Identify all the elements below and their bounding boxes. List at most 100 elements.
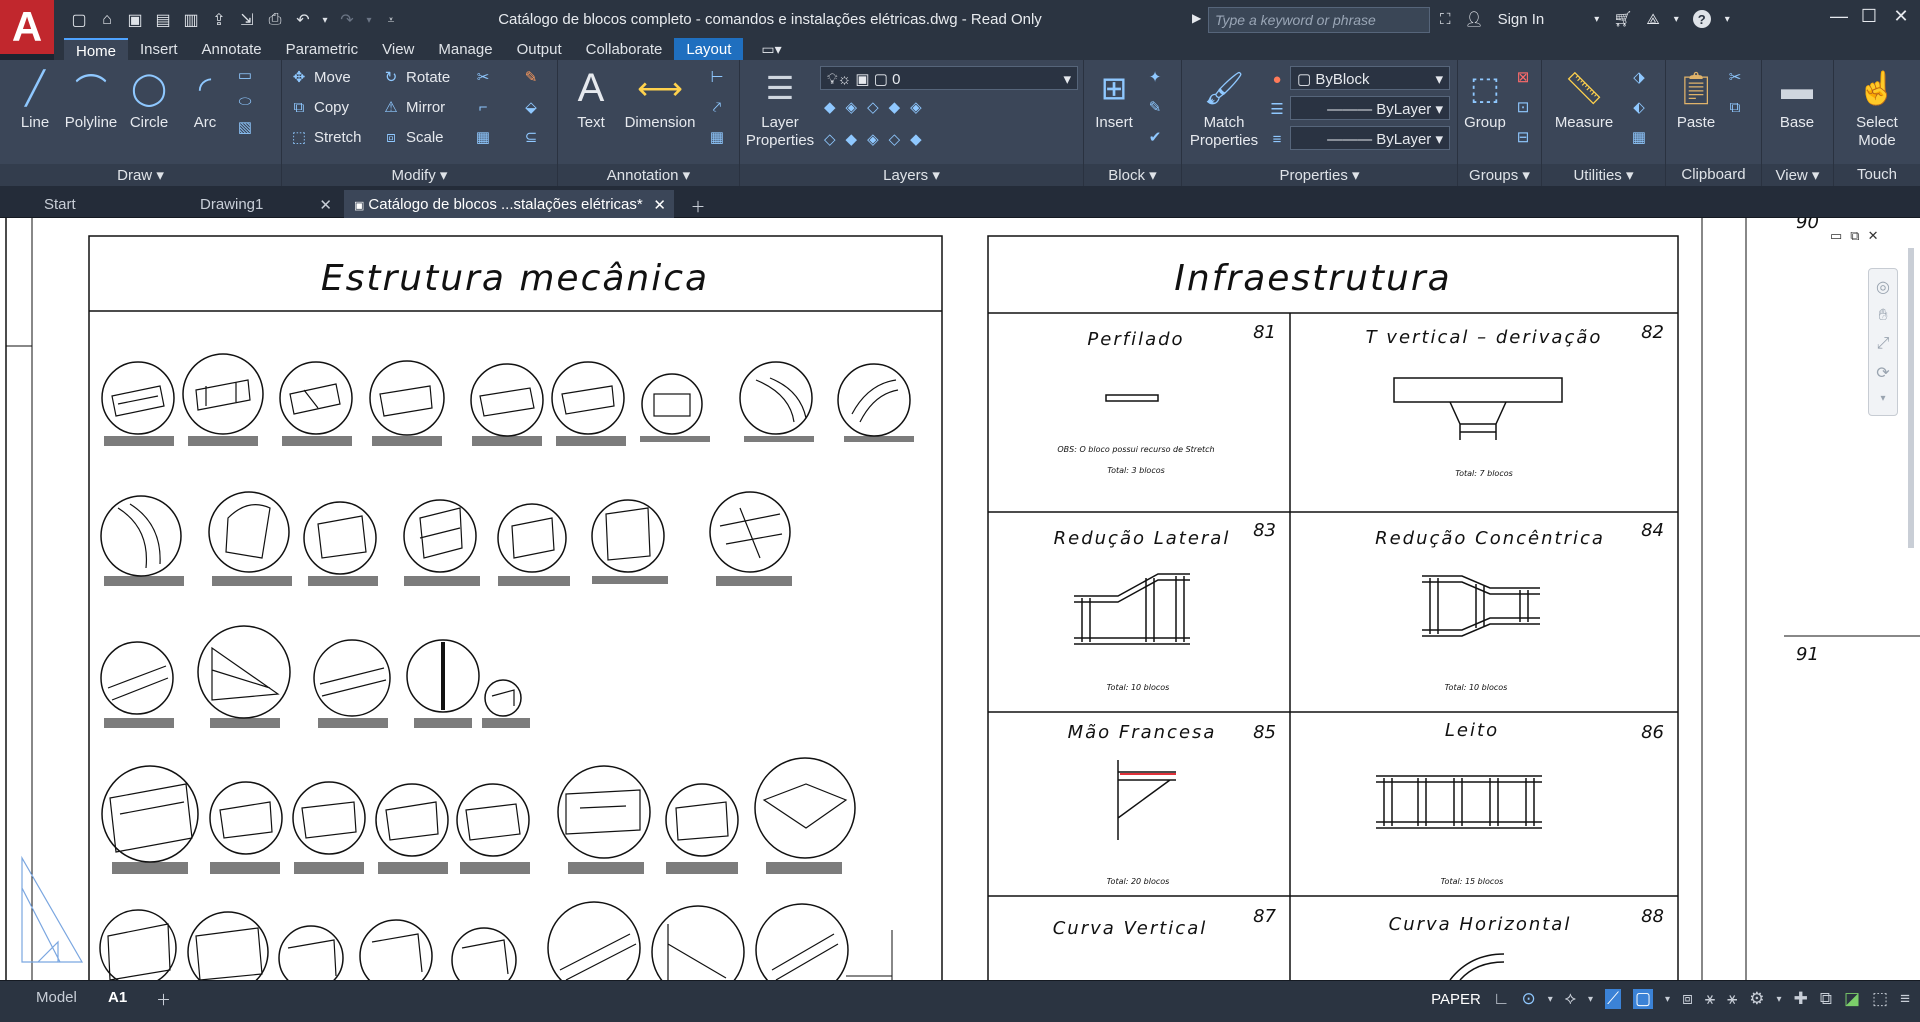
- doc-tab-drawing1[interactable]: Drawing1✕: [190, 190, 340, 218]
- tab-layout[interactable]: Layout: [674, 38, 743, 60]
- customize-qat-icon[interactable]: ⩡: [380, 9, 402, 31]
- workspace-dropdown-icon[interactable]: ▾: [1777, 994, 1782, 1005]
- help-dropdown-icon[interactable]: ▾: [1725, 14, 1730, 25]
- sign-in-link[interactable]: Sign In: [1498, 11, 1545, 28]
- offset-icon[interactable]: ⊆: [522, 128, 540, 146]
- layer-tools-row2[interactable]: ◇◆◈◇◆: [824, 130, 932, 148]
- steering-wheel-icon[interactable]: ◎: [1876, 277, 1890, 297]
- viewport-restore-icon[interactable]: ⧉: [1850, 228, 1859, 244]
- insert-tool[interactable]: ⊞Insert: [1088, 64, 1140, 131]
- undo-dropdown-icon[interactable]: ▾: [320, 9, 330, 31]
- group-edit-icon[interactable]: ⊡: [1514, 98, 1532, 116]
- binoculars-icon[interactable]: ⛶: [1440, 11, 1451, 28]
- group-select-icon[interactable]: ⊟: [1514, 128, 1532, 146]
- copy-clip-icon[interactable]: ⧉: [1726, 98, 1744, 116]
- close-tab-icon[interactable]: ✕: [319, 196, 332, 214]
- add-layout-button[interactable]: ＋: [146, 985, 181, 1014]
- annotation-autoscale-icon[interactable]: ⚹: [1727, 989, 1737, 1009]
- line-tool[interactable]: ╱Line: [10, 64, 60, 131]
- ungroup-icon[interactable]: ⊠: [1514, 68, 1532, 86]
- multileader-icon[interactable]: ⤤: [708, 98, 726, 116]
- viewport-scale-icon[interactable]: ⧈: [1682, 989, 1693, 1009]
- orbit-icon[interactable]: ⟳: [1876, 363, 1889, 383]
- save-icon[interactable]: ▣: [124, 9, 146, 31]
- doc-tab-start[interactable]: Start: [34, 190, 184, 218]
- a360-icon[interactable]: ⟁: [1646, 11, 1659, 28]
- layout-tab-a1[interactable]: A1: [98, 985, 137, 1010]
- selection-cycling-icon[interactable]: ▢: [1633, 989, 1653, 1009]
- array-icon[interactable]: ▦: [474, 128, 492, 146]
- tab-output[interactable]: Output: [505, 38, 574, 60]
- osnap-icon[interactable]: ⟡: [1565, 989, 1576, 1009]
- leader-icon[interactable]: ⊢: [708, 68, 726, 86]
- polar-dropdown-icon[interactable]: ▾: [1548, 994, 1553, 1005]
- fillet-icon[interactable]: ⌐: [474, 98, 492, 116]
- panel-title-modify[interactable]: Modify ▾: [282, 164, 557, 186]
- move-tool[interactable]: ✥Move: [290, 68, 351, 86]
- nav-more-icon[interactable]: ▾: [1880, 393, 1885, 404]
- text-tool[interactable]: AText: [566, 64, 616, 131]
- send-icon[interactable]: ⇲: [236, 9, 258, 31]
- arc-tool[interactable]: ◜Arc: [180, 64, 230, 131]
- erase-icon[interactable]: ✎: [522, 68, 540, 86]
- sign-in-dropdown-icon[interactable]: ▾: [1594, 14, 1599, 25]
- ellipse-icon[interactable]: ⬭: [236, 92, 254, 110]
- panel-title-touch[interactable]: Touch: [1834, 164, 1920, 186]
- viewport-close-icon[interactable]: ✕: [1868, 228, 1879, 244]
- circle-tool[interactable]: ◯Circle: [124, 64, 174, 131]
- tab-collaborate[interactable]: Collaborate: [574, 38, 675, 60]
- copy-tool[interactable]: ⧉Copy: [290, 98, 349, 116]
- close-tab-icon[interactable]: ✕: [653, 196, 666, 214]
- tab-manage[interactable]: Manage: [426, 38, 504, 60]
- open-web-icon[interactable]: ▥: [180, 9, 202, 31]
- maximize-button[interactable]: ☐: [1854, 6, 1884, 32]
- tab-annotate[interactable]: Annotate: [190, 38, 274, 60]
- panel-title-layers[interactable]: Layers ▾: [740, 164, 1083, 186]
- rectangle-icon[interactable]: ▭: [236, 66, 254, 84]
- undo-icon[interactable]: ↶: [292, 9, 314, 31]
- linetype-dropdown[interactable]: ——— ByLayer ▾: [1290, 96, 1450, 120]
- trim-icon[interactable]: ✂: [474, 68, 492, 86]
- layer-properties-tool[interactable]: ☰Layer Properties: [744, 64, 816, 150]
- cut-icon[interactable]: ✂: [1726, 68, 1744, 86]
- minimize-button[interactable]: —: [1824, 6, 1854, 32]
- search-input[interactable]: Type a keyword or phrase: [1208, 7, 1430, 33]
- a360-dropdown-icon[interactable]: ▾: [1674, 14, 1679, 25]
- new-file-icon[interactable]: ▢: [68, 9, 90, 31]
- rotate-tool[interactable]: ↻Rotate: [382, 68, 450, 86]
- redo-icon[interactable]: ↷: [336, 9, 358, 31]
- panel-title-draw[interactable]: Draw ▾: [0, 164, 281, 186]
- layer-tools-row1[interactable]: ◆◈◇◆◈: [824, 98, 932, 116]
- clean-screen-icon[interactable]: ⬚: [1872, 989, 1888, 1009]
- hatch-icon[interactable]: ▧: [236, 118, 254, 136]
- plot-icon[interactable]: ⎙: [264, 9, 286, 31]
- new-tab-button[interactable]: ＋: [678, 190, 718, 218]
- stretch-tool[interactable]: ⬚Stretch: [290, 128, 362, 146]
- paper-space-toggle[interactable]: PAPER: [1431, 991, 1481, 1008]
- panel-title-properties[interactable]: Properties ▾: [1182, 164, 1457, 186]
- polyline-tool[interactable]: ⌒Polyline: [60, 64, 122, 131]
- select-mode-tool[interactable]: ☝Select Mode: [1838, 64, 1916, 150]
- panel-title-utilities[interactable]: Utilities ▾: [1542, 164, 1665, 186]
- panel-title-view[interactable]: View ▾: [1762, 164, 1833, 186]
- annotation-visibility-icon[interactable]: ⚹: [1705, 989, 1715, 1009]
- cart-icon[interactable]: 🛒︎: [1613, 10, 1632, 28]
- selection-dropdown-icon[interactable]: ▾: [1665, 994, 1670, 1005]
- plus-icon[interactable]: ✚: [1794, 989, 1808, 1009]
- quick-select-icon[interactable]: ⬗: [1630, 68, 1648, 86]
- customization-icon[interactable]: ≡: [1900, 989, 1910, 1009]
- tab-insert[interactable]: Insert: [128, 38, 190, 60]
- isolate-objects-icon[interactable]: ⧉: [1820, 989, 1832, 1009]
- block-attributes-icon[interactable]: ✔: [1146, 128, 1164, 146]
- table-icon[interactable]: ▦: [708, 128, 726, 146]
- doc-tab-catalogo[interactable]: ▣Catálogo de blocos ...stalações elétric…: [344, 190, 674, 218]
- edit-block-icon[interactable]: ✎: [1146, 98, 1164, 116]
- app-menu-button[interactable]: A: [0, 0, 54, 54]
- redo-dropdown-icon[interactable]: ▾: [364, 9, 374, 31]
- panel-title-block[interactable]: Block ▾: [1084, 164, 1181, 186]
- drawing-canvas[interactable]: 90 91 Estrutura mecânica: [0, 218, 1920, 980]
- hardware-acceleration-icon[interactable]: ◪: [1844, 989, 1860, 1009]
- group-tool[interactable]: ⬚Group: [1460, 64, 1510, 131]
- match-properties-tool[interactable]: 🖌︎Match Properties: [1186, 64, 1262, 150]
- open-file-icon[interactable]: ⌂: [96, 9, 118, 31]
